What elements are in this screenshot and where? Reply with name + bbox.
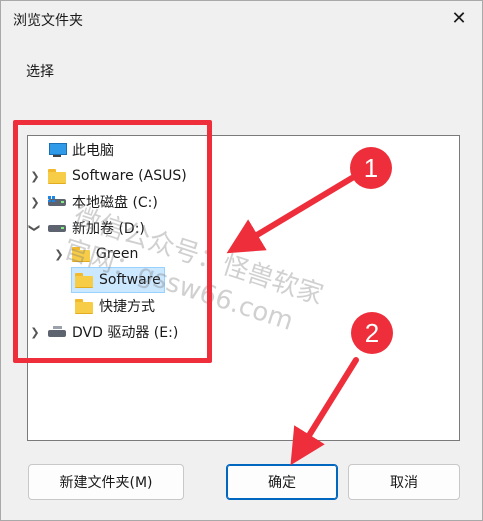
folder-tree[interactable]: 此电脑 ❯ Software (ASUS) ❯ 本地磁盘 (C:) ❯ 新加卷 … xyxy=(27,135,460,441)
annotation-badge-2: 2 xyxy=(351,312,393,354)
tree-item-this-pc[interactable]: 此电脑 xyxy=(28,138,114,162)
close-icon: ✕ xyxy=(451,7,467,29)
tree-item-label: DVD 驱动器 (E:) xyxy=(72,325,179,341)
dialog-title: 浏览文件夹 xyxy=(13,13,83,29)
chevron-right-icon[interactable]: ❯ xyxy=(52,247,66,261)
tree-item-dvd-drive-e[interactable]: ❯ DVD 驱动器 (E:) xyxy=(28,320,178,344)
title-bar: 浏览文件夹 ✕ xyxy=(1,1,482,35)
folder-icon xyxy=(75,299,93,314)
tree-item-label: Software xyxy=(99,272,161,288)
folder-icon xyxy=(75,273,93,288)
computer-icon xyxy=(48,142,67,158)
tree-item-label: Software (ASUS) xyxy=(72,168,187,184)
annotation-badge-1: 1 xyxy=(350,147,392,189)
prompt-label: 选择 xyxy=(26,64,54,80)
tree-item-green[interactable]: ❯ Green xyxy=(52,242,138,266)
close-button[interactable]: ✕ xyxy=(436,1,482,35)
folder-icon xyxy=(72,247,90,262)
tree-item-label: 此电脑 xyxy=(72,143,114,159)
chevron-right-icon[interactable]: ❯ xyxy=(28,325,42,339)
tree-item-label: Green xyxy=(96,246,139,262)
tree-item-local-disk-c[interactable]: ❯ 本地磁盘 (C:) xyxy=(28,190,158,214)
folder-icon xyxy=(48,169,66,184)
new-folder-button[interactable]: 新建文件夹(M) xyxy=(28,464,184,500)
tree-item-label: 新加卷 (D:) xyxy=(72,221,145,237)
browse-folder-dialog: 浏览文件夹 ✕ 选择 此电脑 ❯ Software (ASUS) ❯ 本地磁盘 … xyxy=(0,0,483,521)
tree-item-shortcuts[interactable]: 快捷方式 xyxy=(72,294,155,318)
chevron-right-icon[interactable]: ❯ xyxy=(28,195,42,209)
ok-button[interactable]: 确定 xyxy=(226,464,338,500)
tree-item-label: 本地磁盘 (C:) xyxy=(72,195,158,211)
tree-item-new-volume-d[interactable]: ❯ 新加卷 (D:) xyxy=(28,216,145,240)
chevron-down-icon[interactable]: ❯ xyxy=(28,221,42,235)
windows-drive-icon xyxy=(48,196,66,208)
chevron-right-icon[interactable]: ❯ xyxy=(28,169,42,183)
tree-item-label: 快捷方式 xyxy=(99,299,155,315)
tree-item-software[interactable]: Software xyxy=(71,267,165,293)
cancel-button[interactable]: 取消 xyxy=(348,464,460,500)
drive-icon xyxy=(48,222,66,234)
dvd-drive-icon xyxy=(48,325,66,339)
tree-item-software-asus[interactable]: ❯ Software (ASUS) xyxy=(28,164,187,188)
